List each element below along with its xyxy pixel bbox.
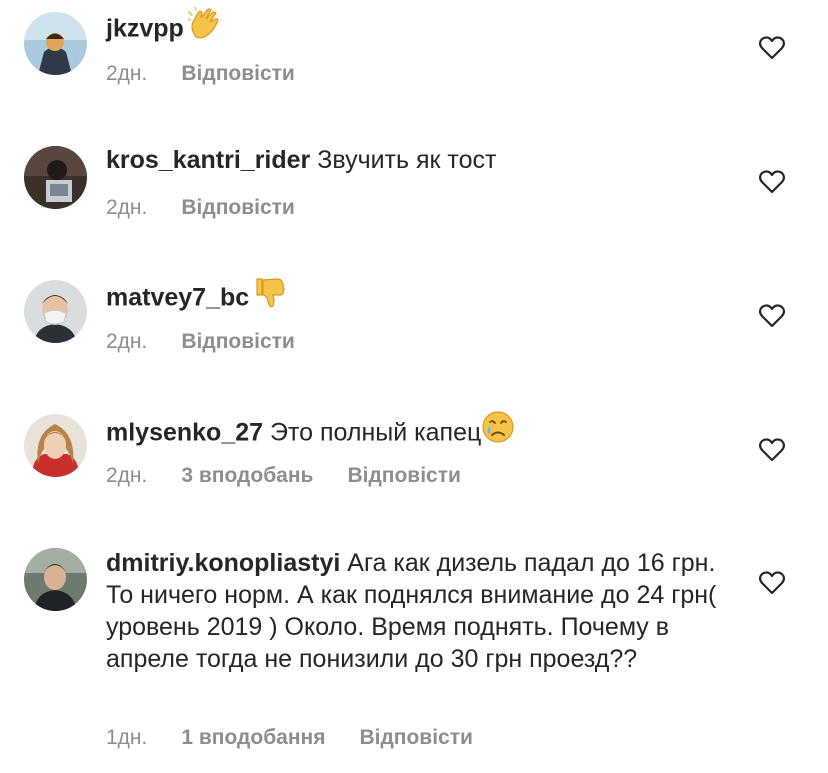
username[interactable]: dmitriy.konopliastyi <box>106 549 340 577</box>
avatar[interactable] <box>24 548 87 611</box>
crying-face-emoji <box>481 410 515 452</box>
comment-time: 1дн. <box>106 726 148 749</box>
avatar[interactable] <box>24 414 87 477</box>
username[interactable]: mlysenko_27 <box>106 419 263 447</box>
like-heart-icon[interactable] <box>759 571 785 595</box>
comment-meta: 1дн. 1 вподобання Відповісти <box>106 725 473 751</box>
likes-count[interactable]: 1 вподобання <box>181 725 325 751</box>
comment-time: 2дн. <box>106 196 148 219</box>
like-heart-icon[interactable] <box>759 170 785 194</box>
comment-meta: 2дн. Відповісти <box>106 195 295 221</box>
comment-time: 2дн. <box>106 464 148 487</box>
avatar[interactable] <box>24 146 87 209</box>
comment-meta: 2дн. 3 вподобань Відповісти <box>106 463 461 489</box>
reply-button[interactable]: Відповісти <box>347 463 460 489</box>
clapping-hands-emoji <box>186 6 222 47</box>
like-heart-icon[interactable] <box>759 438 785 462</box>
reply-button[interactable]: Відповісти <box>181 61 294 87</box>
username[interactable]: matvey7_bc <box>106 284 249 312</box>
comment-meta: 2дн. Відповісти <box>106 61 295 87</box>
comment-time: 2дн. <box>106 62 148 85</box>
comment-body: Звучить як тост <box>317 146 497 174</box>
reply-button[interactable]: Відповісти <box>359 725 472 751</box>
comment-text: dmitriy.konopliastyi Ага как дизель пада… <box>106 547 718 675</box>
reply-button[interactable]: Відповісти <box>181 329 294 355</box>
avatar[interactable] <box>24 280 87 343</box>
comment-text: mlysenko_27 Это полный капец <box>106 410 718 455</box>
comment-text: matvey7_bc <box>106 278 718 320</box>
reply-button[interactable]: Відповісти <box>181 195 294 221</box>
avatar[interactable] <box>24 12 87 75</box>
likes-count[interactable]: 3 вподобань <box>181 463 313 489</box>
comment-meta: 2дн. Відповісти <box>106 329 295 355</box>
comment-text: kros_kantri_rider Звучить як тост <box>106 144 718 176</box>
comment-text: jkzvpp <box>106 6 718 50</box>
like-heart-icon[interactable] <box>759 36 785 60</box>
like-heart-icon[interactable] <box>759 304 785 328</box>
username[interactable]: jkzvpp <box>106 15 184 43</box>
thumbs-down-emoji <box>253 275 287 317</box>
comment-body: Это полный капец <box>270 418 482 447</box>
username[interactable]: kros_kantri_rider <box>106 146 310 174</box>
comment-time: 2дн. <box>106 330 148 353</box>
